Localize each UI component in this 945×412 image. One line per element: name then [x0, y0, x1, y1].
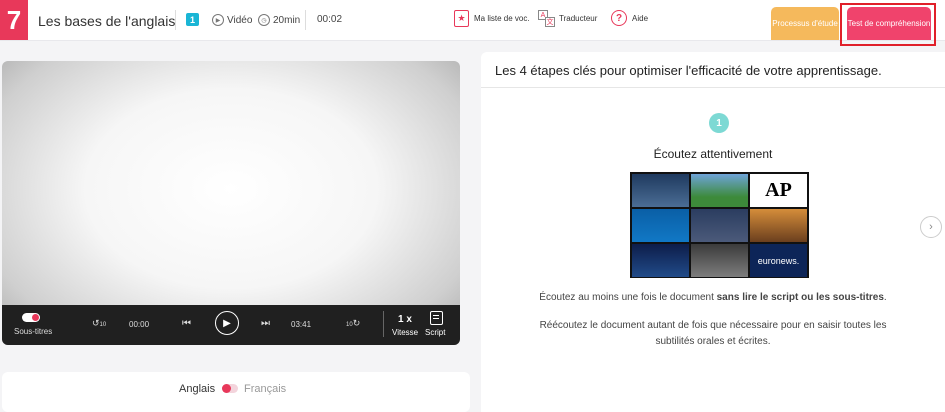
- portrait-photo-tile: [632, 209, 689, 242]
- duration-label: 20min: [273, 14, 301, 26]
- sports-photo-tile: [691, 174, 748, 207]
- session-timer: 00:02: [317, 14, 343, 25]
- play-button[interactable]: ▶: [215, 311, 239, 335]
- vocab-list-button[interactable]: ★ Ma liste de voc.: [454, 10, 530, 27]
- subtitles-toggle[interactable]: [22, 313, 40, 322]
- tab-study-process[interactable]: Processus d'étude: [771, 7, 839, 40]
- media-logos-mosaic: AP euronews.: [630, 172, 809, 278]
- divider: [175, 10, 176, 30]
- question-icon: ?: [611, 10, 627, 26]
- help-label: Aide: [632, 13, 649, 23]
- top-bar: 7 Les bases de l'anglais 1 ▶ Vidéo ◷ 20m…: [0, 0, 945, 41]
- play-circle-icon: ▶: [212, 14, 224, 26]
- translator-label: Traducteur: [559, 13, 598, 23]
- subtitles-label: Sous-titres: [14, 327, 53, 336]
- course-title: Les bases de l'anglais: [38, 13, 176, 29]
- studio-logo-tile: [632, 174, 689, 207]
- skip-forward-icon[interactable]: ⏭: [261, 318, 270, 329]
- duration: ◷ 20min: [258, 14, 300, 26]
- divider: [481, 87, 945, 88]
- media-type-label: Vidéo: [227, 14, 253, 26]
- language-french[interactable]: Français: [244, 383, 286, 395]
- star-book-icon: ★: [454, 10, 469, 27]
- athletics-photo-tile: [750, 209, 807, 242]
- next-step-arrow-icon[interactable]: ›: [920, 216, 942, 238]
- vocab-list-label: Ma liste de voc.: [474, 14, 530, 23]
- euronews-logo-tile: euronews.: [750, 244, 807, 277]
- instruction-emphasis: sans lire le script ou les sous-titres: [716, 292, 884, 303]
- instruction-relisten: Réécoutez le document autant de fois que…: [539, 320, 887, 347]
- step-number-badge: 1: [709, 113, 729, 133]
- skip-back-icon[interactable]: ⏮: [182, 318, 191, 329]
- play-icon: ▶: [223, 317, 231, 329]
- translate-icon: A文: [538, 10, 555, 27]
- speed-label: Vitesse: [392, 328, 419, 337]
- video-player[interactable]: Sous-titres ↺10 00:00 ⏮ ▶ ⏭ 03:41 10↻ 1 …: [2, 61, 460, 345]
- total-time: 03:41: [291, 320, 312, 329]
- player-controls: Sous-titres ↺10 00:00 ⏮ ▶ ⏭ 03:41 10↻ 1 …: [2, 305, 460, 345]
- divider: [383, 311, 384, 337]
- panel-title: Les 4 étapes clés pour optimiser l'effic…: [495, 63, 882, 78]
- language-english[interactable]: Anglais: [179, 383, 215, 395]
- divider: [305, 10, 306, 30]
- politicians-photo-tile: [691, 209, 748, 242]
- media-type: ▶ Vidéo: [212, 14, 252, 26]
- translator-button[interactable]: A文 Traducteur: [538, 10, 598, 27]
- instruction-listen: Écoutez au moins une fois le document sa…: [481, 292, 945, 303]
- forward-10-icon[interactable]: 10↻: [346, 318, 360, 329]
- instruction-text: Écoutez au moins une fois le document: [539, 292, 717, 303]
- current-time: 00:00: [129, 320, 150, 329]
- step-title: Écoutez attentivement: [653, 147, 773, 161]
- clock-icon: ◷: [258, 14, 270, 26]
- script-icon[interactable]: [430, 311, 443, 325]
- script-label: Script: [425, 328, 446, 337]
- speed-value[interactable]: 1 x: [398, 314, 412, 325]
- app-logo[interactable]: 7: [0, 0, 28, 40]
- rewind-10-icon[interactable]: ↺10: [92, 318, 106, 329]
- language-toggle[interactable]: [222, 384, 238, 393]
- tab-comprehension-test[interactable]: Test de compréhension: [847, 7, 931, 40]
- ap-logo-tile: AP: [750, 174, 807, 207]
- actor-photo-tile: [691, 244, 748, 277]
- language-switch-card: Anglais Français: [2, 372, 470, 412]
- instruction-end: .: [883, 292, 887, 303]
- lesson-number-badge: 1: [186, 13, 199, 26]
- help-button[interactable]: ? Aide: [611, 10, 648, 26]
- study-process-panel: Les 4 étapes clés pour optimiser l'effic…: [481, 52, 945, 412]
- paramount-logo-tile: [632, 244, 689, 277]
